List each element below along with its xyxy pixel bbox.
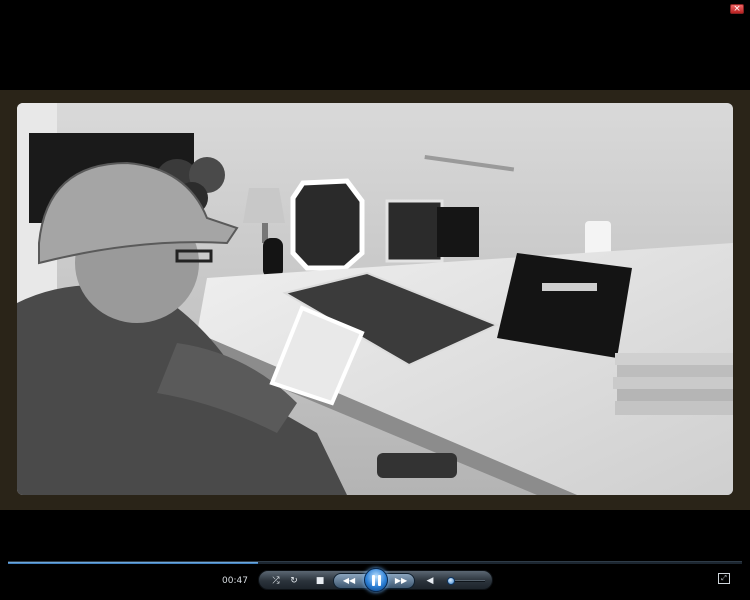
- stop-icon[interactable]: ■: [313, 574, 327, 588]
- newspaper-stack: [613, 353, 733, 415]
- seek-bar-fill: [8, 562, 258, 564]
- video-still: [17, 103, 733, 495]
- volume-knob[interactable]: [446, 577, 455, 585]
- close-icon[interactable]: ×: [730, 4, 744, 14]
- photo-frame: [385, 199, 444, 263]
- chair: [377, 453, 457, 478]
- lit-mirror: [290, 178, 365, 271]
- control-bar: ⤮ ↻ ■ ◀◀ ▶▶ ◀: [258, 568, 493, 592]
- pause-icon[interactable]: [364, 568, 388, 592]
- video-frame[interactable]: [17, 103, 733, 495]
- fullscreen-icon[interactable]: ⤢: [718, 573, 730, 584]
- elapsed-time: 00:47: [222, 576, 248, 586]
- picture-frame-2: [437, 207, 479, 257]
- speaker-icon[interactable]: ◀: [423, 574, 437, 588]
- tablet-text: [542, 283, 597, 291]
- lamp-shade: [243, 188, 285, 223]
- seek-bar[interactable]: [8, 561, 742, 564]
- speaker: [263, 238, 283, 278]
- volume-slider[interactable]: [446, 577, 485, 585]
- pause-bar-right: [378, 575, 381, 586]
- fast-forward-icon[interactable]: ▶▶: [388, 574, 414, 588]
- pause-bar-left: [372, 575, 375, 586]
- video-area[interactable]: [0, 90, 750, 510]
- repeat-icon[interactable]: ↻: [287, 574, 301, 588]
- rewind-icon[interactable]: ◀◀: [336, 574, 362, 588]
- shuffle-icon[interactable]: ⤮: [269, 574, 283, 588]
